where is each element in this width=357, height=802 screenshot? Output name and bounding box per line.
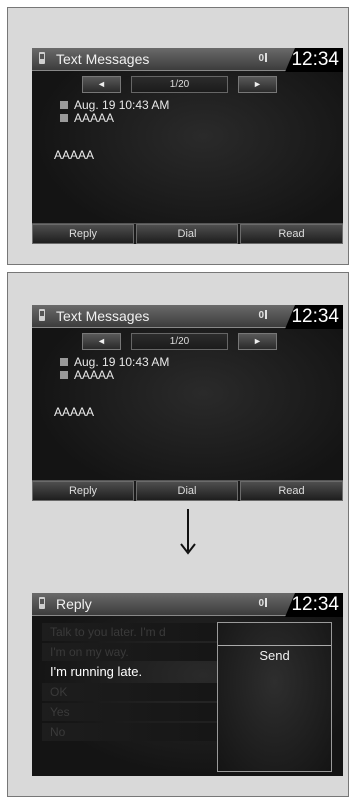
next-message-button[interactable]: ► — [238, 333, 277, 350]
calendar-icon — [60, 101, 68, 109]
clock: 12:34 — [291, 594, 339, 615]
clock-box: 12:34 — [285, 48, 343, 72]
read-button[interactable]: Read — [240, 224, 343, 244]
clock-box: 12:34 — [285, 305, 343, 329]
dial-button[interactable]: Dial — [136, 224, 238, 244]
reply-option-selected[interactable]: I'm running late. — [42, 663, 238, 681]
screen-title: Text Messages — [56, 308, 150, 324]
reply-option[interactable]: No — [42, 723, 238, 741]
clock: 12:34 — [291, 49, 339, 70]
softkey-bar: Reply Dial Read — [32, 223, 343, 244]
message-body: AAAAA — [54, 148, 95, 162]
previous-message-button[interactable]: ◄ — [82, 333, 121, 350]
reply-button[interactable]: Reply — [32, 481, 134, 501]
message-sender: AAAAA — [74, 111, 115, 125]
reply-option[interactable]: Yes — [42, 703, 238, 721]
reply-screen: Reply 0 12:34 Talk to you later. I'm d I… — [32, 593, 343, 776]
page-indicator: 1/20 — [131, 333, 228, 350]
clock-box: 12:34 — [285, 593, 343, 617]
clock: 12:34 — [291, 306, 339, 327]
message-sender-row: AAAAA — [60, 111, 114, 125]
send-button[interactable]: Send — [218, 645, 331, 666]
message-body: AAAAA — [54, 405, 95, 419]
message-date: Aug. 19 10:43 AM — [74, 98, 170, 112]
panel-text-messages-top: Text Messages 0 12:34 ◄ 1/20 ► Aug. 19 1… — [7, 7, 349, 265]
reply-list: Talk to you later. I'm d I'm on my way. … — [42, 623, 238, 743]
text-messages-screen: Text Messages 0 12:34 ◄ 1/20 ► Aug. 19 1… — [32, 48, 343, 244]
down-arrow-icon — [180, 509, 196, 555]
reply-option[interactable]: I'm on my way. — [42, 643, 238, 661]
send-popup: Send — [217, 622, 332, 772]
message-date-row: Aug. 19 10:43 AM — [60, 355, 169, 369]
phone-icon — [39, 597, 45, 609]
phone-icon — [39, 52, 45, 64]
contact-icon — [60, 371, 68, 379]
signal-status-icon: 0 — [258, 310, 273, 321]
previous-message-button[interactable]: ◄ — [82, 76, 121, 93]
reply-option[interactable]: Talk to you later. I'm d — [42, 623, 238, 641]
panel-reply-sequence: Text Messages 0 12:34 ◄ 1/20 ► Aug. 19 1… — [7, 272, 349, 797]
screen-title: Reply — [56, 596, 92, 612]
calendar-icon — [60, 358, 68, 366]
reply-option[interactable]: OK — [42, 683, 238, 701]
message-sender-row: AAAAA — [60, 368, 114, 382]
message-sender: AAAAA — [74, 368, 115, 382]
next-message-button[interactable]: ► — [238, 76, 277, 93]
contact-icon — [60, 114, 68, 122]
screen-title: Text Messages — [56, 51, 150, 67]
message-date: Aug. 19 10:43 AM — [74, 355, 170, 369]
phone-icon — [39, 309, 45, 321]
read-button[interactable]: Read — [240, 481, 343, 501]
text-messages-screen-2: Text Messages 0 12:34 ◄ 1/20 ► Aug. 19 1… — [32, 305, 343, 501]
dial-button[interactable]: Dial — [136, 481, 238, 501]
message-date-row: Aug. 19 10:43 AM — [60, 98, 169, 112]
page-indicator: 1/20 — [131, 76, 228, 93]
reply-button[interactable]: Reply — [32, 224, 134, 244]
signal-status-icon: 0 — [258, 598, 273, 609]
signal-status-icon: 0 — [258, 53, 273, 64]
softkey-bar: Reply Dial Read — [32, 480, 343, 501]
